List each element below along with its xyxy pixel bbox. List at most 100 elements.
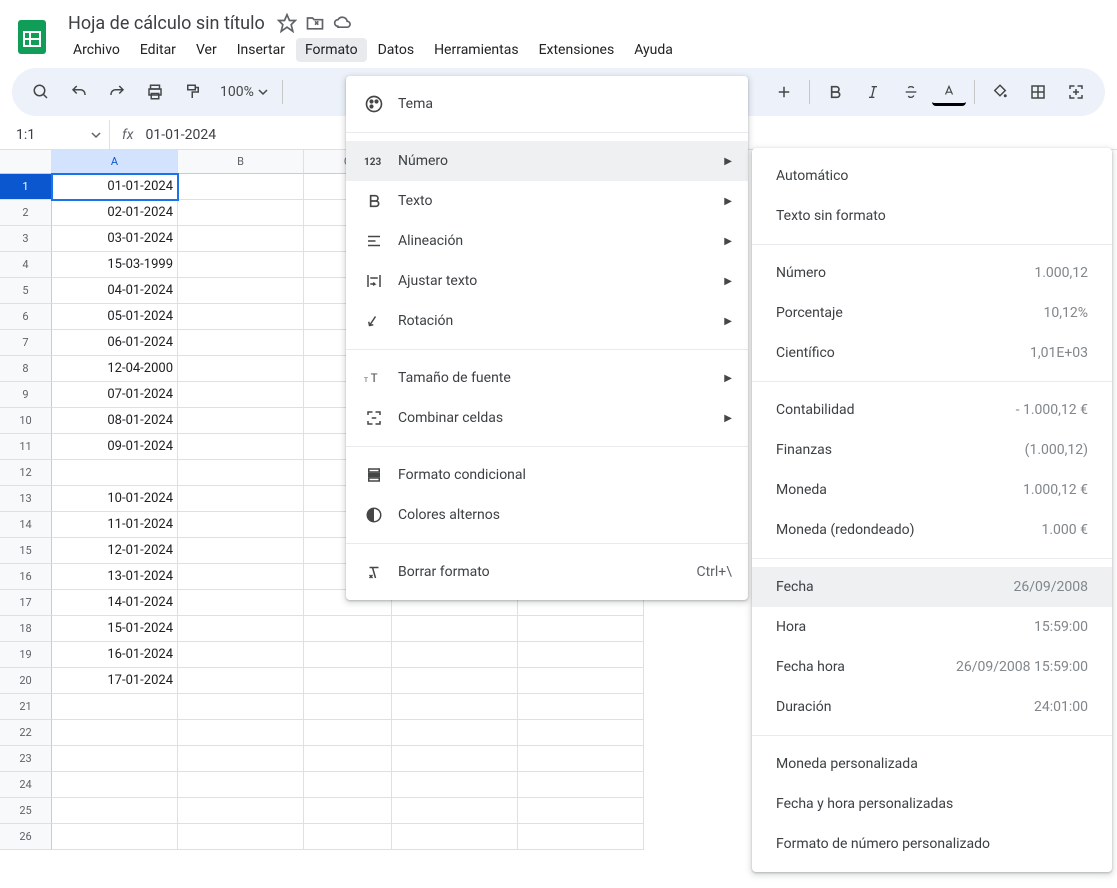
- cell[interactable]: [392, 824, 518, 850]
- select-all-corner[interactable]: [0, 150, 52, 174]
- doc-title[interactable]: Hoja de cálculo sin título: [64, 11, 269, 36]
- cell[interactable]: [178, 356, 304, 382]
- row-header[interactable]: 5: [0, 278, 52, 304]
- cell[interactable]: [178, 824, 304, 850]
- cell[interactable]: [178, 200, 304, 226]
- cell[interactable]: [518, 720, 644, 746]
- row-header[interactable]: 14: [0, 512, 52, 538]
- menu-item-rotation[interactable]: Rotación ▶: [346, 301, 748, 341]
- row-header[interactable]: 11: [0, 434, 52, 460]
- row-header[interactable]: 21: [0, 694, 52, 720]
- name-box[interactable]: 1:1: [0, 120, 110, 149]
- menubar-item-insertar[interactable]: Insertar: [228, 38, 294, 62]
- submenu-item[interactable]: Moneda personalizada: [752, 744, 1112, 784]
- menu-item-font-size[interactable]: TT Tamaño de fuente ▶: [346, 358, 748, 398]
- menu-item-clear-format[interactable]: Borrar formato Ctrl+\: [346, 552, 748, 592]
- menu-item-alternating[interactable]: Colores alternos: [346, 495, 748, 535]
- row-header[interactable]: 4: [0, 252, 52, 278]
- cell[interactable]: [304, 720, 392, 746]
- cell[interactable]: 17-01-2024: [52, 668, 178, 694]
- cell[interactable]: [178, 590, 304, 616]
- menubar-item-ver[interactable]: Ver: [187, 38, 226, 62]
- cell[interactable]: [178, 226, 304, 252]
- submenu-item[interactable]: Fecha hora26/09/2008 15:59:00: [752, 647, 1112, 687]
- row-header[interactable]: 10: [0, 408, 52, 434]
- menubar-item-editar[interactable]: Editar: [131, 38, 185, 62]
- cell[interactable]: [52, 824, 178, 850]
- row-header[interactable]: 23: [0, 746, 52, 772]
- cell[interactable]: 04-01-2024: [52, 278, 178, 304]
- undo-icon[interactable]: [62, 75, 96, 109]
- cell[interactable]: [518, 642, 644, 668]
- row-header[interactable]: 9: [0, 382, 52, 408]
- cell[interactable]: [178, 304, 304, 330]
- cell[interactable]: [392, 772, 518, 798]
- cell[interactable]: [178, 434, 304, 460]
- cell[interactable]: 15-01-2024: [52, 616, 178, 642]
- cell[interactable]: [518, 694, 644, 720]
- cell[interactable]: 12-01-2024: [52, 538, 178, 564]
- menu-item-alignment[interactable]: Alineación ▶: [346, 221, 748, 261]
- cell[interactable]: [178, 642, 304, 668]
- cell[interactable]: 08-01-2024: [52, 408, 178, 434]
- cell[interactable]: [518, 824, 644, 850]
- cell[interactable]: [178, 538, 304, 564]
- cell[interactable]: [304, 694, 392, 720]
- strikethrough-icon[interactable]: [894, 75, 928, 109]
- row-header[interactable]: 22: [0, 720, 52, 746]
- submenu-item[interactable]: Porcentaje10,12%: [752, 293, 1112, 333]
- cell[interactable]: [178, 460, 304, 486]
- row-header[interactable]: 8: [0, 356, 52, 382]
- row-header[interactable]: 24: [0, 772, 52, 798]
- cell[interactable]: 15-03-1999: [52, 252, 178, 278]
- menubar-item-datos[interactable]: Datos: [369, 38, 423, 62]
- cell[interactable]: [178, 174, 304, 200]
- row-header[interactable]: 26: [0, 824, 52, 850]
- row-header[interactable]: 15: [0, 538, 52, 564]
- cell[interactable]: [304, 798, 392, 824]
- search-icon[interactable]: [24, 75, 58, 109]
- merge-icon[interactable]: [1059, 75, 1093, 109]
- cell[interactable]: [304, 746, 392, 772]
- cell[interactable]: 12-04-2000: [52, 356, 178, 382]
- col-header-A[interactable]: A: [52, 150, 178, 174]
- cell[interactable]: [178, 408, 304, 434]
- menu-item-conditional[interactable]: Formato condicional: [346, 455, 748, 495]
- cell[interactable]: [178, 486, 304, 512]
- row-header[interactable]: 19: [0, 642, 52, 668]
- print-icon[interactable]: [138, 75, 172, 109]
- row-header[interactable]: 12: [0, 460, 52, 486]
- cell[interactable]: [52, 720, 178, 746]
- submenu-item[interactable]: Fecha26/09/2008: [752, 567, 1112, 607]
- cell[interactable]: [178, 278, 304, 304]
- menubar-item-archivo[interactable]: Archivo: [64, 38, 129, 62]
- cell[interactable]: [52, 460, 178, 486]
- cell[interactable]: [178, 616, 304, 642]
- col-header-B[interactable]: B: [178, 150, 304, 174]
- cell[interactable]: [52, 746, 178, 772]
- cell[interactable]: [52, 798, 178, 824]
- menubar-item-ayuda[interactable]: Ayuda: [625, 38, 682, 62]
- submenu-item[interactable]: Finanzas(1.000,12): [752, 430, 1112, 470]
- menubar-item-extensiones[interactable]: Extensiones: [530, 38, 624, 62]
- cell[interactable]: [518, 616, 644, 642]
- cell[interactable]: [392, 798, 518, 824]
- menu-item-number[interactable]: 123 Número ▶: [346, 141, 748, 181]
- cloud-icon[interactable]: [333, 13, 353, 33]
- submenu-item[interactable]: Moneda (redondeado)1.000 €: [752, 510, 1112, 550]
- menu-item-theme[interactable]: Tema: [346, 84, 748, 124]
- text-color-icon[interactable]: [932, 78, 966, 106]
- cell[interactable]: [178, 772, 304, 798]
- cell[interactable]: 03-01-2024: [52, 226, 178, 252]
- row-header[interactable]: 18: [0, 616, 52, 642]
- menubar-item-formato[interactable]: Formato: [296, 38, 367, 62]
- cell[interactable]: [178, 330, 304, 356]
- submenu-item[interactable]: Hora15:59:00: [752, 607, 1112, 647]
- zoom-select[interactable]: 100%: [214, 84, 274, 100]
- cell[interactable]: [178, 694, 304, 720]
- cell[interactable]: 07-01-2024: [52, 382, 178, 408]
- row-header[interactable]: 3: [0, 226, 52, 252]
- row-header[interactable]: 2: [0, 200, 52, 226]
- cell[interactable]: [178, 668, 304, 694]
- cell[interactable]: 01-01-2024: [52, 174, 178, 200]
